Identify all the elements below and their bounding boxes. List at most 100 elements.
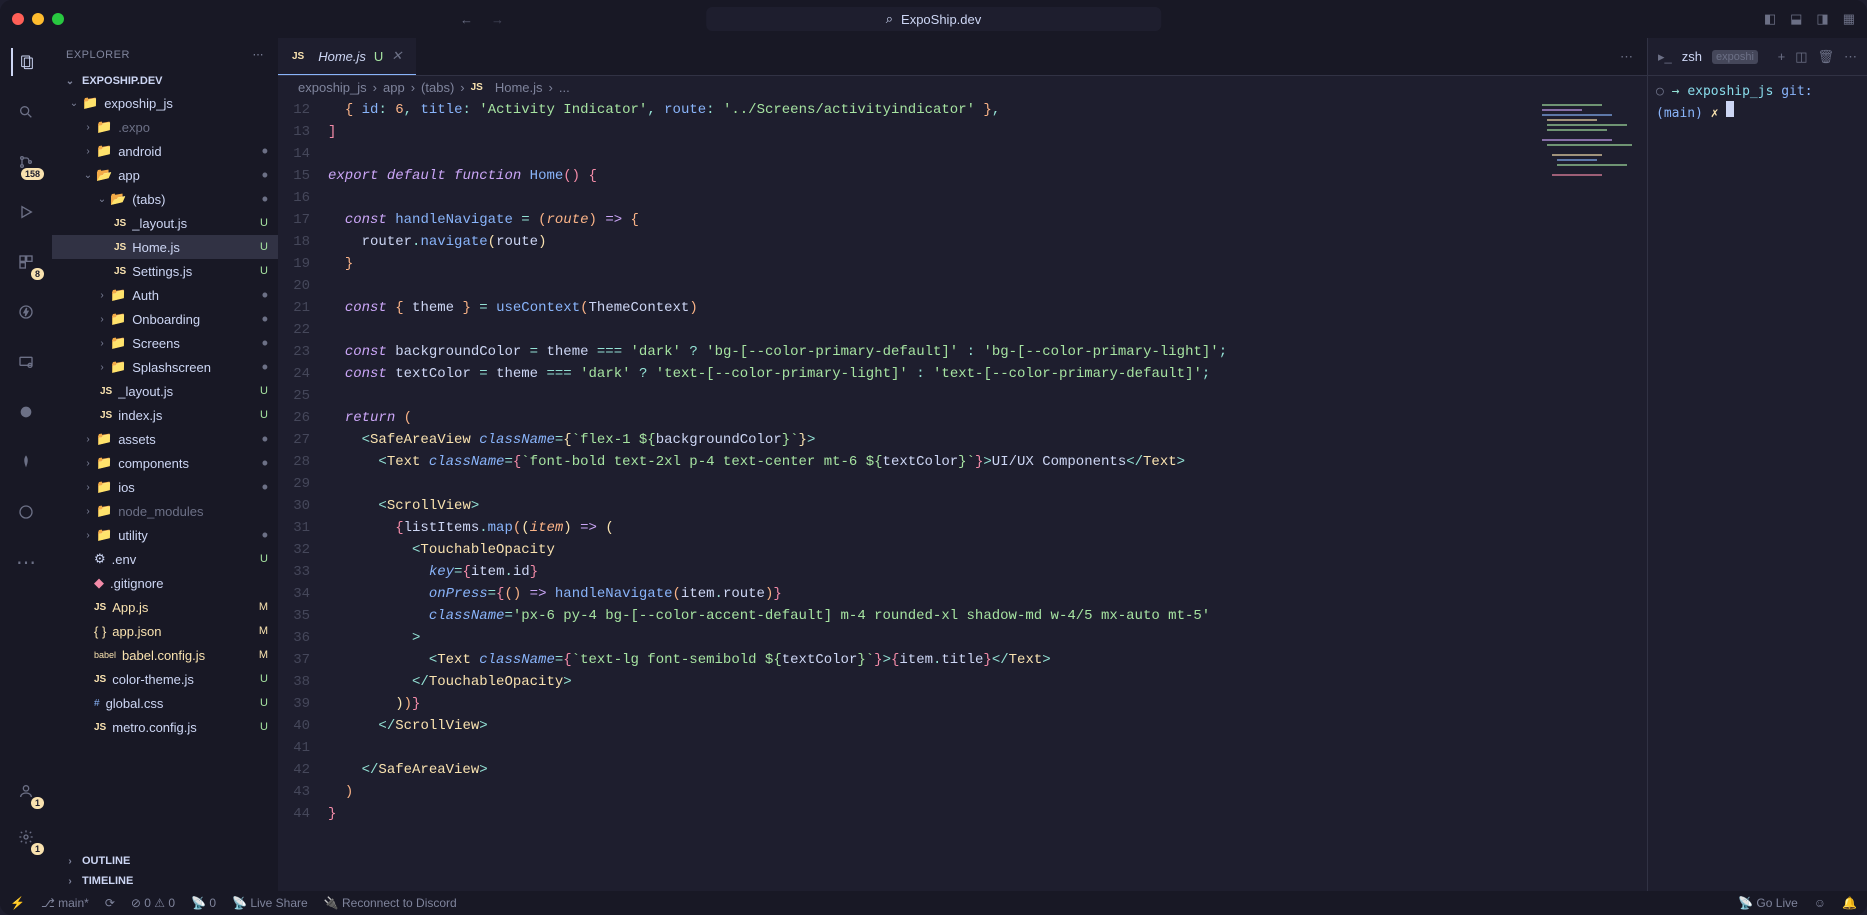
tab-actions-icon[interactable]: ⋯ [1620, 49, 1647, 65]
tree-file-gitignore[interactable]: ◆.gitignore [52, 571, 278, 595]
tree-folder-root[interactable]: ⌄📁expoship_js [52, 91, 278, 115]
more-icon[interactable]: ⋯ [12, 548, 40, 576]
acc-badge: 1 [31, 797, 44, 809]
sync-status-icon[interactable]: ⟳ [105, 896, 115, 910]
debug-icon[interactable] [12, 198, 40, 226]
feedback-icon[interactable]: ☺ [1814, 896, 1826, 910]
command-center[interactable]: ⌕ ExpoShip.dev [706, 7, 1162, 31]
outline-section[interactable]: ›OUTLINE [52, 851, 278, 871]
vscode-window: ← → ⌕ ExpoShip.dev ◧ ⬓ ◨ ▦ 158 [0, 0, 1867, 915]
liveshare-status[interactable]: 📡 Live Share [232, 896, 308, 910]
code-content[interactable]: { id: 6, title: 'Activity Indicator', ro… [328, 99, 1647, 891]
source-control-icon[interactable]: 158 [12, 148, 40, 176]
timeline-section[interactable]: ›TIMELINE [52, 871, 278, 891]
tree-file-metro[interactable]: JSmetro.config.jsU [52, 715, 278, 739]
tree-file-colortheme[interactable]: JScolor-theme.jsU [52, 667, 278, 691]
tab-close-icon[interactable]: ✕ [391, 48, 402, 64]
layout-controls: ◧ ⬓ ◨ ▦ [1764, 11, 1855, 27]
terminal-shell[interactable]: zsh [1682, 49, 1702, 64]
panel-bottom-icon[interactable]: ⬓ [1790, 11, 1802, 27]
tree-folder-android[interactable]: ›📁android• [52, 139, 278, 163]
ext-badge: 8 [31, 268, 44, 280]
search-activity-icon[interactable] [12, 98, 40, 126]
terminal-content[interactable]: ○ → expoship_js git:(main) ✗ [1648, 76, 1867, 891]
tree-folder-ios[interactable]: ›📁ios• [52, 475, 278, 499]
tree-file-appjs[interactable]: JSApp.jsM [52, 595, 278, 619]
tree-folder-assets[interactable]: ›📁assets• [52, 427, 278, 451]
mongo-icon[interactable] [12, 448, 40, 476]
tree-folder-app[interactable]: ⌄📂app• [52, 163, 278, 187]
tree-folder-nodemodules[interactable]: ›📁node_modules [52, 499, 278, 523]
terminal-more-icon[interactable]: ⋯ [1844, 49, 1857, 65]
tree-file-appjson[interactable]: { }app.jsonM [52, 619, 278, 643]
tree-folder-tabs[interactable]: ⌄📂(tabs)• [52, 187, 278, 211]
project-name: EXPOSHIP.DEV [82, 75, 163, 87]
tab-filename: Home.js [318, 49, 366, 64]
terminal-trash-icon[interactable]: 🗑 [1817, 49, 1834, 65]
tree-folder-splash[interactable]: ›📁Splashscreen• [52, 355, 278, 379]
tree-file-index[interactable]: JSindex.jsU [52, 403, 278, 427]
file-tree: ⌄📁expoship_js ›📁.expo ›📁android• ⌄📂app• … [52, 91, 278, 851]
statusbar: ⚡ ⎇ main* ⟳ ⊘ 0 ⚠ 0 📡 0 📡 Live Share 🔌 R… [0, 891, 1867, 915]
orb-icon[interactable] [12, 398, 40, 426]
code-editor[interactable]: 1213141516171819202122232425262728293031… [278, 99, 1647, 891]
tree-file-settings[interactable]: JSSettings.jsU [52, 259, 278, 283]
line-numbers: 1213141516171819202122232425262728293031… [278, 99, 328, 891]
scm-badge: 158 [21, 168, 44, 180]
branch-status[interactable]: ⎇ main* [41, 896, 89, 910]
panel-right-icon[interactable]: ◨ [1816, 11, 1828, 27]
tree-folder-screens[interactable]: ›📁Screens• [52, 331, 278, 355]
remote-icon[interactable] [12, 348, 40, 376]
tree-folder-utility[interactable]: ›📁utility• [52, 523, 278, 547]
discord-status[interactable]: 🔌 Reconnect to Discord [324, 896, 457, 910]
github-icon[interactable] [12, 498, 40, 526]
prompt-circle-icon: ○ [1656, 84, 1664, 99]
minimap[interactable] [1537, 99, 1647, 249]
terminal-cursor [1726, 101, 1734, 117]
tree-file-env[interactable]: ⚙.envU [52, 547, 278, 571]
maximize-window-button[interactable] [52, 13, 64, 25]
sidebar-title: EXPLORER ⋯ [52, 38, 278, 71]
layout-icon[interactable]: ▦ [1843, 11, 1855, 27]
terminal-tabs: ▸_ zsh exposhi + ◫ 🗑 ⋯ [1648, 38, 1867, 76]
titlebar: ← → ⌕ ExpoShip.dev ◧ ⬓ ◨ ▦ [0, 0, 1867, 38]
tree-file-home[interactable]: JSHome.jsU [52, 235, 278, 259]
tree-folder-onboarding[interactable]: ›📁Onboarding• [52, 307, 278, 331]
tree-file-babel[interactable]: babelbabel.config.jsM [52, 643, 278, 667]
bell-icon[interactable]: 🔔 [1842, 896, 1857, 910]
terminal-add-icon[interactable]: + [1778, 49, 1786, 64]
panel-left-icon[interactable]: ◧ [1764, 11, 1776, 27]
explorer-more-icon[interactable]: ⋯ [253, 48, 265, 61]
tree-file-globalcss[interactable]: #global.cssU [52, 691, 278, 715]
sidebar: EXPLORER ⋯ ⌄ EXPOSHIP.DEV ⌄📁expoship_js … [52, 38, 278, 891]
prompt-arrow-icon: → [1672, 84, 1680, 99]
traffic-lights [12, 13, 64, 25]
breadcrumb[interactable]: expoship_js› app› (tabs)› JS Home.js› ..… [278, 76, 1647, 99]
golive-status[interactable]: 📡 Go Live [1738, 896, 1798, 910]
tab-home[interactable]: JS Home.js U ✕ [278, 38, 416, 75]
body: 158 8 ⋯ [0, 38, 1867, 891]
search-icon: ⌕ [886, 11, 893, 27]
tree-folder-auth[interactable]: ›📁Auth• [52, 283, 278, 307]
tree-file-layout2[interactable]: JS_layout.jsU [52, 379, 278, 403]
minimize-window-button[interactable] [32, 13, 44, 25]
terminal-panel: ▸_ zsh exposhi + ◫ 🗑 ⋯ ○ → expoship_js g… [1647, 38, 1867, 891]
tree-folder-components[interactable]: ›📁components• [52, 451, 278, 475]
close-window-button[interactable] [12, 13, 24, 25]
problems-status[interactable]: ⊘ 0 ⚠ 0 [131, 896, 175, 910]
project-section[interactable]: ⌄ EXPOSHIP.DEV [52, 71, 278, 91]
nav-back-icon[interactable]: ← [460, 12, 473, 27]
explorer-icon[interactable] [11, 48, 39, 76]
thunder-icon[interactable] [12, 298, 40, 326]
port-status[interactable]: 📡 0 [191, 896, 216, 910]
nav-forward-icon[interactable]: → [491, 12, 504, 27]
js-file-icon: JS [292, 51, 304, 62]
tree-file-layout[interactable]: JS_layout.jsU [52, 211, 278, 235]
terminal-split-icon[interactable]: ◫ [1795, 49, 1807, 65]
extensions-icon[interactable]: 8 [12, 248, 40, 276]
account-icon[interactable]: 1 [12, 777, 40, 805]
nav-arrows: ← → [460, 12, 504, 27]
tree-folder-expo[interactable]: ›📁.expo [52, 115, 278, 139]
settings-gear-icon[interactable]: 1 [12, 823, 40, 851]
remote-status-icon[interactable]: ⚡ [10, 896, 25, 910]
